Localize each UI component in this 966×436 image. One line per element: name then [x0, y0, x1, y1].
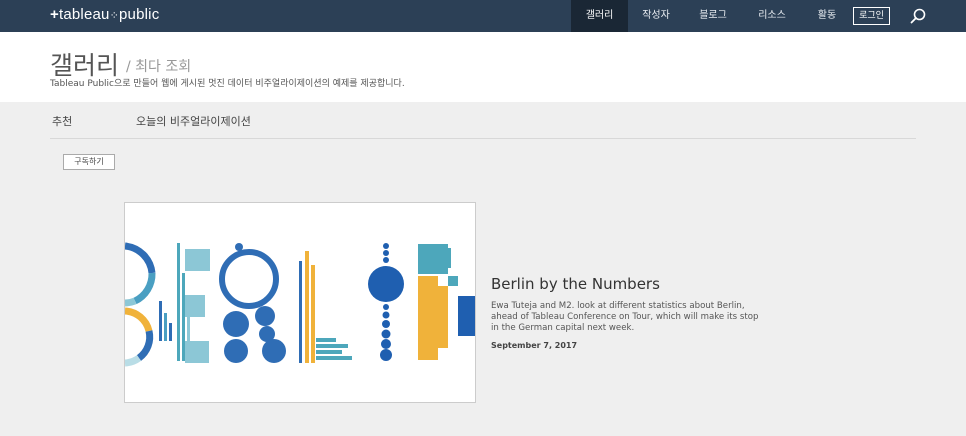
page-description: Tableau Public으로 만들어 웹에 게시된 멋진 데이터 비주얼라이… [50, 79, 405, 89]
nav-authors[interactable]: 작성자 [628, 0, 684, 32]
tableau-public-logo[interactable]: +tableau⁘public [50, 6, 159, 23]
viz-thumbnail-graphic [125, 242, 475, 367]
nav-gallery[interactable]: 갤러리 [571, 0, 628, 32]
page-header: 갤러리 / 최다 조회 Tableau Public으로 만들어 웹에 게시된 … [0, 32, 966, 102]
viz-title[interactable]: Berlin by the Numbers [491, 275, 660, 293]
search-icon[interactable] [910, 8, 926, 24]
main-nav: 갤러리 작성자 블로그 리소스 활동 [571, 0, 852, 32]
gallery-tabs: 추천 오늘의 비주얼라이제이션 [50, 102, 916, 139]
nav-blog[interactable]: 블로그 [684, 0, 742, 32]
nav-activity[interactable]: 활동 [802, 0, 852, 32]
login-button[interactable]: 로그인 [853, 7, 890, 25]
tab-recommended[interactable]: 추천 [52, 113, 72, 129]
page-subtitle[interactable]: / 최다 조회 [126, 56, 191, 76]
subscribe-button[interactable]: 구독하기 [63, 154, 115, 170]
viz-thumbnail[interactable] [124, 202, 476, 403]
top-nav-bar: +tableau⁘public 갤러리 작성자 블로그 리소스 활동 로그인 [0, 0, 966, 32]
viz-description: Ewa Tuteja and M2. look at different sta… [491, 301, 759, 333]
nav-resources[interactable]: 리소스 [742, 0, 802, 32]
tab-viz-of-the-day[interactable]: 오늘의 비주얼라이제이션 [136, 113, 251, 129]
viz-date: September 7, 2017 [491, 341, 578, 350]
